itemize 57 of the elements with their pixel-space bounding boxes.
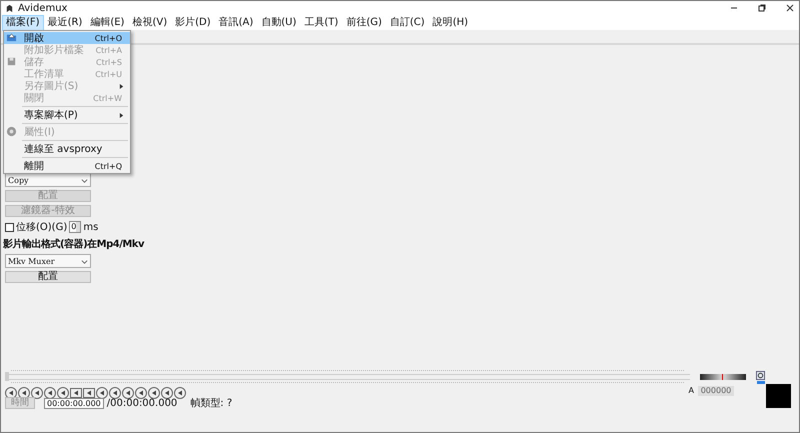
menu-entry[interactable]: 連線至 avsproxy xyxy=(4,143,130,155)
menu-item[interactable]: 自訂(C) xyxy=(386,16,428,30)
transport-icon[interactable] xyxy=(174,387,186,399)
speaker-icon[interactable] xyxy=(756,370,765,380)
restore-icon[interactable] xyxy=(757,3,767,13)
app-icon xyxy=(5,4,14,12)
menu-item[interactable]: 影片(D) xyxy=(172,16,214,30)
video-preview xyxy=(766,384,791,408)
menu-entry[interactable]: 開啟 Ctrl+O xyxy=(4,32,130,44)
transport-icon[interactable] xyxy=(135,387,147,399)
submenu-arrow-icon xyxy=(119,112,124,118)
unit-label: ms xyxy=(83,222,98,232)
transport-icon[interactable] xyxy=(5,387,17,399)
transport-icon[interactable] xyxy=(44,387,56,399)
menu-entry[interactable]: 離開 Ctrl+Q xyxy=(4,160,130,172)
marker-a-field: 000000 xyxy=(698,386,734,396)
menu-item[interactable]: 最近(R) xyxy=(44,16,86,30)
current-time-field[interactable]: 00:00:00.000 xyxy=(44,398,104,408)
info-icon xyxy=(6,126,17,137)
output-format-label: 影片輸出格式(容器)在Mp4/Mkv xyxy=(3,237,144,251)
a-label: A xyxy=(688,386,694,395)
menu-item[interactable]: 工具(T) xyxy=(301,16,342,30)
menu-item[interactable]: 檢視(V) xyxy=(129,16,170,30)
menu-item[interactable]: 檔案(F) xyxy=(3,16,43,30)
volume-meter xyxy=(700,374,746,380)
close-icon[interactable] xyxy=(785,3,795,13)
menu-item[interactable]: 說明(H) xyxy=(430,16,472,30)
audio-codec-dropdown[interactable]: Copy xyxy=(5,173,91,187)
transport-icon[interactable] xyxy=(161,387,173,399)
menu-item[interactable]: 自動(U) xyxy=(258,16,300,30)
shift-label: 位移(O)(G) xyxy=(16,221,68,234)
transport-icon[interactable] xyxy=(18,387,30,399)
volume-bar xyxy=(756,380,764,384)
menu-item[interactable]: 音訊(A) xyxy=(216,16,256,30)
transport-icon[interactable] xyxy=(96,387,108,399)
submenu-arrow-icon xyxy=(119,84,124,88)
transport-icon[interactable] xyxy=(148,387,160,399)
configure-button[interactable]: 配置 xyxy=(5,271,91,283)
chevron-down-icon xyxy=(81,258,88,264)
menu-item[interactable]: 前往(G) xyxy=(343,16,385,30)
total-time: /00:00:00.000 xyxy=(106,398,178,408)
chevron-down-icon xyxy=(81,176,88,184)
menu-entry[interactable]: 專案腳本(P) xyxy=(4,109,130,121)
transport-icon[interactable] xyxy=(109,387,121,399)
folder-icon xyxy=(6,32,17,43)
window-title: Avidemux xyxy=(18,2,68,14)
transport-icon[interactable] xyxy=(70,387,82,399)
transport-icon[interactable] xyxy=(122,387,134,399)
muxer-dropdown[interactable]: Mkv Muxer xyxy=(5,254,91,268)
transport-icon[interactable] xyxy=(57,387,69,399)
shift-field[interactable]: 0 xyxy=(69,221,82,233)
frame-type: 幀類型: ? xyxy=(190,396,232,410)
transport-icon[interactable] xyxy=(31,387,43,399)
menu-item[interactable]: 編輯(E) xyxy=(87,16,128,30)
checkbox[interactable] xyxy=(5,222,14,232)
transport-icon[interactable] xyxy=(83,387,95,399)
timeline-slider[interactable] xyxy=(5,374,690,380)
